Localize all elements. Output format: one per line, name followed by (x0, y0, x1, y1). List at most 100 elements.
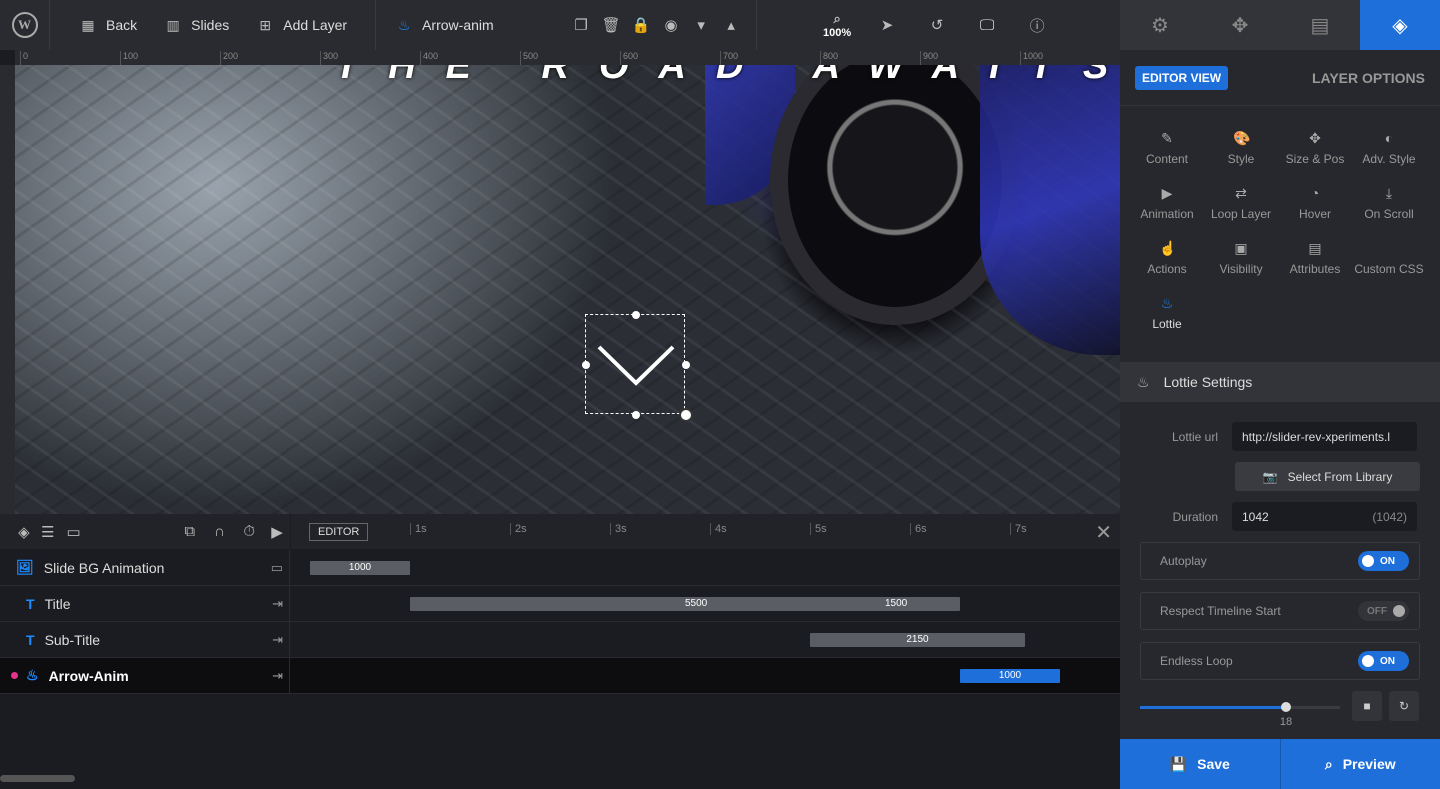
snap-icon[interactable]: ⧉ (175, 514, 205, 549)
option-custom-css[interactable]: Custom CSS (1352, 230, 1426, 285)
option-lottie[interactable]: ♨ Lottie (1130, 285, 1204, 340)
timeline-row-name[interactable]: T Title ⇥ (0, 585, 290, 622)
select-from-library-button[interactable]: 📷 Select From Library (1235, 462, 1420, 491)
layer-options-title[interactable]: LAYER OPTIONS (1312, 70, 1425, 86)
duplicate-icon[interactable]: ❐ (566, 0, 596, 50)
save-button[interactable]: 💾 Save (1120, 739, 1280, 789)
eye-icon[interactable]: ◉ (656, 0, 686, 50)
wordpress-logo[interactable]: W (0, 0, 50, 50)
timeline-scale: EDITOR ✕ 1s 2s 3s 4s 5s 6s 7s (291, 514, 1120, 549)
trash-icon[interactable]: 🗑 (596, 0, 626, 50)
content-icon: ✎ (1161, 129, 1173, 146)
option-actions[interactable]: ☝ Actions (1130, 230, 1204, 285)
resize-handle[interactable] (682, 361, 690, 369)
layers-tab-icon[interactable]: ◈ (1360, 0, 1440, 50)
cursor-icon[interactable]: ➤ (862, 0, 912, 50)
editor-badge[interactable]: EDITOR (309, 523, 369, 541)
zoom-control[interactable]: ⌕ 100% (812, 11, 862, 39)
align-end-icon[interactable]: ⇥ (272, 596, 283, 612)
current-layer-name[interactable]: ♨ Arrow-anim (376, 0, 566, 50)
option-label: Custom CSS (1354, 261, 1424, 276)
navigation-tab-icon[interactable]: ✥ (1200, 0, 1280, 50)
align-end-icon[interactable]: ⇥ (272, 632, 283, 648)
resize-corner-icon[interactable] (679, 408, 693, 422)
image-icon: 🖼 (16, 559, 34, 575)
layer-name-label: Arrow-anim (422, 17, 494, 33)
layers-icon[interactable]: ◈ (12, 514, 36, 549)
option-visibility[interactable]: ▣ Visibility (1204, 230, 1278, 285)
stop-icon[interactable]: ■ (1352, 691, 1382, 721)
respect-toggle[interactable]: OFF (1358, 601, 1409, 621)
timeline-bar[interactable]: 5500 1500 (410, 597, 960, 611)
replay-icon[interactable]: ↻ (1389, 691, 1419, 721)
align-end-icon[interactable]: ⇥ (272, 668, 283, 684)
option-label: Attributes (1289, 261, 1341, 276)
slides-button[interactable]: ▥ Slides (151, 0, 243, 50)
add-layer-button[interactable]: ⊞ Add Layer (243, 0, 361, 50)
horizontal-scrollbar[interactable] (0, 775, 75, 782)
option-attributes[interactable]: ▤ Attributes (1278, 230, 1352, 285)
resize-handle[interactable] (582, 361, 590, 369)
option-on-scroll[interactable]: ⤓ On Scroll (1352, 175, 1426, 230)
settings-tab-gear-icon[interactable]: ⚙ (1120, 0, 1200, 50)
chevron-arrow-icon (597, 345, 675, 386)
resize-handle[interactable] (632, 411, 640, 419)
arrow-anim-layer[interactable] (582, 311, 693, 422)
timeline-bar[interactable]: 1000 (310, 561, 410, 575)
lottie-settings-header[interactable]: ♨ Lottie Settings (1120, 362, 1440, 402)
editor-view-button[interactable]: EDITOR VIEW (1135, 65, 1229, 90)
option-style[interactable]: 🎨 Style (1204, 120, 1278, 175)
desktop-icon[interactable]: 🖵 (962, 0, 1012, 50)
lottie-url-input[interactable]: http://slider-rev-xperiments.l (1232, 422, 1417, 451)
chevron-up-icon[interactable]: ▴ (716, 0, 746, 50)
magnet-icon[interactable]: ∩ (205, 514, 235, 549)
undo-icon[interactable]: ↺ (912, 0, 962, 50)
option-animation[interactable]: ▶ Animation (1130, 175, 1204, 230)
close-icon[interactable]: ✕ (1095, 520, 1112, 545)
timeline-row[interactable]: T Title ⇥ 5500 1500 (0, 585, 1120, 622)
timeline-bar-label: 5500 (685, 598, 708, 609)
toggle-knob (1393, 605, 1405, 617)
stopwatch-icon[interactable]: ⏱ (234, 514, 264, 549)
row-label: Sub-Title (44, 631, 101, 648)
autoplay-toggle[interactable]: ON (1358, 551, 1409, 571)
list-icon[interactable]: ☰ (36, 514, 60, 549)
timeline-row[interactable]: ♨ Arrow-Anim ⇥ 1000 (0, 657, 1120, 694)
timeline-row[interactable]: 🖼 Slide BG Animation ▭ 1000 (0, 549, 1120, 586)
ruler-tick: 100 (120, 51, 138, 65)
option-adv-style[interactable]: ◐ Adv. Style (1352, 120, 1426, 175)
row-label: Arrow-Anim (48, 667, 129, 684)
option-label: Loop Layer (1210, 206, 1272, 221)
timeline-bar[interactable]: 2150 (810, 633, 1025, 647)
option-loop-layer[interactable]: ⇄ Loop Layer (1204, 175, 1278, 230)
ruler-tick: 300 (320, 51, 338, 65)
slides-tab-icon[interactable]: ▤ (1280, 0, 1360, 50)
slider-knob[interactable] (1281, 702, 1291, 712)
play-icon[interactable]: ▶ (264, 514, 290, 549)
title-layer[interactable]: THE ROAD AWAITS (335, 65, 1120, 88)
timeline-row-name[interactable]: 🖼 Slide BG Animation ▭ (0, 549, 290, 586)
lock-icon[interactable]: 🔒 (626, 0, 656, 50)
timeline-panel: ◈ ☰ ▭ ⧉ ∩ ⏱ ▶ EDITOR ✕ 1s 2s 3s 4s 5s 6s 7s 🖼 S… (0, 514, 1120, 789)
option-hover[interactable]: ◔ Hover (1278, 175, 1352, 230)
autoplay-label: Autoplay (1160, 554, 1207, 568)
adv-style-icon: ◐ (1384, 129, 1394, 146)
folder-icon[interactable]: ▭ (60, 514, 88, 549)
loop-toggle[interactable]: ON (1358, 651, 1409, 671)
search-icon: ⌕ (1324, 755, 1333, 772)
timeline-row-name[interactable]: T Sub-Title ⇥ (0, 621, 290, 658)
image-icon[interactable]: ▭ (271, 560, 283, 576)
timeline-row[interactable]: T Sub-Title ⇥ 2150 (0, 621, 1120, 658)
active-dot-icon (11, 672, 18, 679)
option-size-pos[interactable]: ✥ Size & Pos (1278, 120, 1352, 175)
help-icon[interactable]: ⓘ (1012, 0, 1062, 50)
timeline-row-name[interactable]: ♨ Arrow-Anim ⇥ (0, 657, 290, 694)
timeline-bar[interactable]: 1000 (960, 669, 1060, 683)
duration-input[interactable]: 1042 (1042) (1232, 502, 1417, 531)
resize-handle[interactable] (632, 311, 640, 319)
back-button[interactable]: ▦ Back (50, 0, 151, 50)
option-content[interactable]: ✎ Content (1130, 120, 1204, 175)
preview-button[interactable]: ⌕ Preview (1279, 739, 1440, 789)
chevron-down-icon[interactable]: ▾ (686, 0, 716, 50)
frame-slider[interactable] (1140, 702, 1340, 712)
